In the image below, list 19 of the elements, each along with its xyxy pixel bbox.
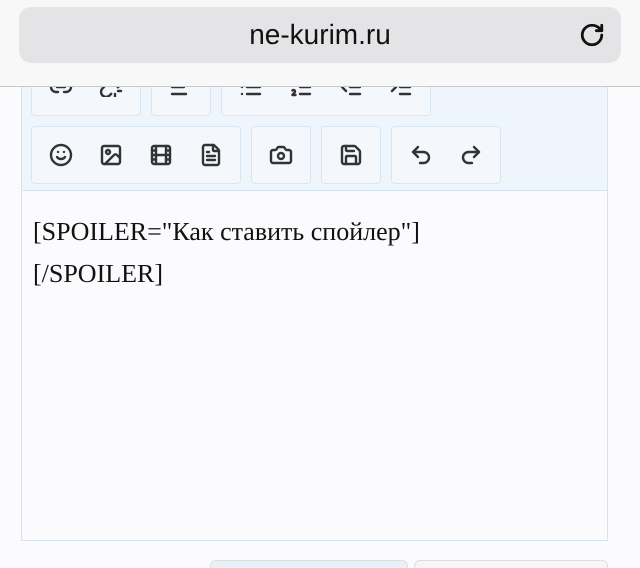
address-bar[interactable]: ne-kurim.ru — [19, 7, 621, 63]
save-icon — [339, 143, 363, 167]
url-text: ne-kurim.ru — [249, 18, 391, 52]
numbered-list-icon — [289, 87, 313, 97]
document-icon — [199, 143, 223, 167]
indent-icon — [389, 87, 413, 97]
text-line: [SPOILER="Как ставить спойлер"] — [33, 216, 421, 248]
unlink-icon — [99, 87, 123, 97]
film-icon — [149, 143, 173, 167]
bullet-list-icon — [239, 87, 263, 97]
outdent-icon — [339, 87, 363, 97]
text-area[interactable]: [SPOILER="Как ставить спойлер"] [/SPOILER] — [22, 191, 607, 540]
reload-icon[interactable] — [579, 22, 605, 48]
image-icon — [99, 143, 123, 167]
smiley-icon — [49, 143, 73, 167]
text-line: [/SPOILER] — [33, 258, 164, 290]
camera-icon — [269, 143, 293, 167]
redo-icon — [459, 143, 483, 167]
undo-icon — [409, 143, 433, 167]
